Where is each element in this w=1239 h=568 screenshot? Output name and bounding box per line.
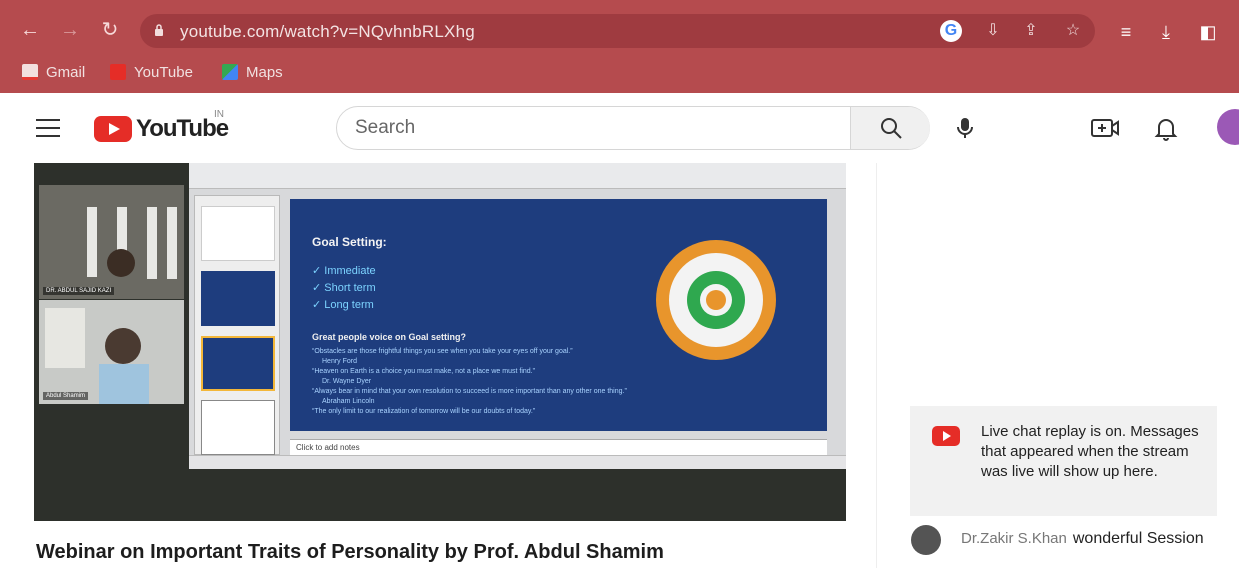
maps-icon bbox=[222, 64, 238, 80]
chat-notice-text: Live chat replay is on. Messages that ap… bbox=[981, 423, 1199, 480]
presentation-ribbon bbox=[189, 163, 846, 189]
slide-thumbnail-active bbox=[201, 336, 275, 391]
address-bar[interactable]: youtube.com/watch?v=NQvhnbRLXhg G ⇩ ⇪ ☆ bbox=[140, 14, 1095, 48]
participant-name: Abdul Shamim bbox=[43, 392, 89, 400]
quote-text: “Heaven on Earth is a choice you must ma… bbox=[312, 368, 535, 375]
chat-author[interactable]: Dr.Zakir S.Khan bbox=[961, 530, 1067, 547]
notifications-icon[interactable] bbox=[1153, 115, 1179, 141]
share-icon[interactable]: ⇪ bbox=[1020, 20, 1042, 42]
slide-thumbnail bbox=[201, 206, 275, 261]
slide-thumbnail bbox=[201, 400, 275, 455]
bookmarks-bar: Gmail YouTube Maps bbox=[0, 58, 1239, 86]
slide-subheading: Great people voice on Goal setting? bbox=[312, 332, 467, 342]
slide-list-text: Short term bbox=[324, 282, 376, 294]
bookmark-label: YouTube bbox=[134, 63, 193, 81]
bookmark-gmail[interactable]: Gmail bbox=[22, 61, 85, 83]
menu-icon[interactable] bbox=[36, 119, 60, 137]
bookmark-label: Maps bbox=[246, 63, 283, 81]
presentation-window: Goal Setting: ✓ Immediate ✓ Short term ✓… bbox=[189, 163, 846, 469]
participant-2-image bbox=[39, 300, 184, 404]
chat-message-body: Dr.Zakir S.Khan wonderful Session bbox=[961, 528, 1211, 549]
slide-list-item: ✓ Immediate bbox=[312, 265, 376, 277]
create-video-icon[interactable] bbox=[1090, 116, 1120, 140]
search-icon bbox=[880, 118, 902, 139]
sidepanel-icon[interactable]: ◧ bbox=[1196, 20, 1220, 44]
search-input[interactable]: Search bbox=[355, 117, 415, 139]
google-lens-icon[interactable]: G bbox=[940, 20, 962, 42]
reading-list-icon[interactable]: ≡ bbox=[1114, 20, 1138, 44]
reload-icon[interactable]: ↻ bbox=[98, 18, 122, 42]
target-graphic bbox=[656, 240, 776, 360]
slide-list-text: Immediate bbox=[324, 265, 376, 277]
quote-text: “The only limit to our realization of to… bbox=[312, 408, 536, 415]
chat-text: wonderful Session bbox=[1072, 530, 1204, 547]
bookmark-maps[interactable]: Maps bbox=[222, 61, 283, 83]
lock-icon bbox=[155, 24, 163, 36]
participant-1-image bbox=[39, 185, 184, 299]
slide-notes[interactable]: Click to add notes bbox=[290, 439, 827, 455]
slide-list-item: ✓ Long term bbox=[312, 299, 374, 311]
back-icon[interactable]: ← bbox=[18, 18, 42, 42]
chat-replay-notice: Live chat replay is on. Messages that ap… bbox=[910, 406, 1217, 516]
quote-text: “Always bear in mind that your own resol… bbox=[312, 388, 627, 395]
region-code: IN bbox=[214, 109, 224, 120]
search-box[interactable]: Search bbox=[336, 106, 930, 150]
browser-toolbar: ← → ↻ youtube.com/watch?v=NQvhnbRLXhg G … bbox=[0, 0, 1239, 93]
bookmark-youtube[interactable]: YouTube bbox=[110, 61, 193, 83]
download-icon[interactable]: ⤓ bbox=[1154, 20, 1178, 44]
participant-video-1: DR. ABDUL SAJID KAZI bbox=[39, 185, 184, 299]
video-title: Webinar on Important Traits of Personali… bbox=[36, 541, 664, 563]
slide-thumbnails bbox=[194, 195, 280, 455]
slide-heading: Goal Setting: bbox=[312, 235, 387, 249]
youtube-icon bbox=[110, 64, 126, 80]
participant-name: DR. ABDUL SAJID KAZI bbox=[43, 287, 115, 295]
presentation-statusbar bbox=[189, 455, 846, 469]
youtube-icon bbox=[932, 426, 960, 446]
video-player[interactable]: DR. ABDUL SAJID KAZI Abdul Shamim Goal S… bbox=[34, 163, 846, 521]
forward-icon[interactable]: → bbox=[58, 18, 82, 42]
address-row: ← → ↻ youtube.com/watch?v=NQvhnbRLXhg G … bbox=[0, 8, 1239, 52]
account-avatar[interactable] bbox=[1217, 109, 1239, 145]
youtube-logo[interactable]: YouTube bbox=[94, 115, 229, 143]
avatar[interactable] bbox=[911, 525, 941, 555]
slide-list-item: ✓ Short term bbox=[312, 282, 376, 294]
participant-video-2: Abdul Shamim bbox=[39, 300, 184, 404]
youtube-header: YouTube IN Search bbox=[0, 93, 1239, 163]
bookmark-label: Gmail bbox=[46, 63, 86, 81]
install-icon[interactable]: ⇩ bbox=[982, 20, 1004, 42]
slide-list-text: Long term bbox=[324, 299, 374, 311]
slide-thumbnail bbox=[201, 271, 275, 326]
live-chat-panel: Live chat replay is on. Messages that ap… bbox=[876, 163, 1239, 568]
search-button[interactable] bbox=[850, 107, 930, 149]
star-icon[interactable]: ☆ bbox=[1062, 20, 1084, 42]
quote-author: Dr. Wayne Dyer bbox=[322, 378, 372, 385]
url-text[interactable]: youtube.com/watch?v=NQvhnbRLXhg bbox=[180, 22, 475, 42]
chat-message[interactable]: Dr.Zakir S.Khan wonderful Session bbox=[911, 523, 1211, 567]
current-slide: Goal Setting: ✓ Immediate ✓ Short term ✓… bbox=[290, 199, 827, 431]
youtube-play-icon bbox=[94, 116, 132, 142]
gmail-icon bbox=[22, 64, 38, 80]
slide-list: ✓ Immediate ✓ Short term ✓ Long term bbox=[312, 263, 376, 314]
quote-author: Abraham Lincoln bbox=[322, 398, 375, 405]
microphone-icon[interactable] bbox=[953, 116, 977, 140]
